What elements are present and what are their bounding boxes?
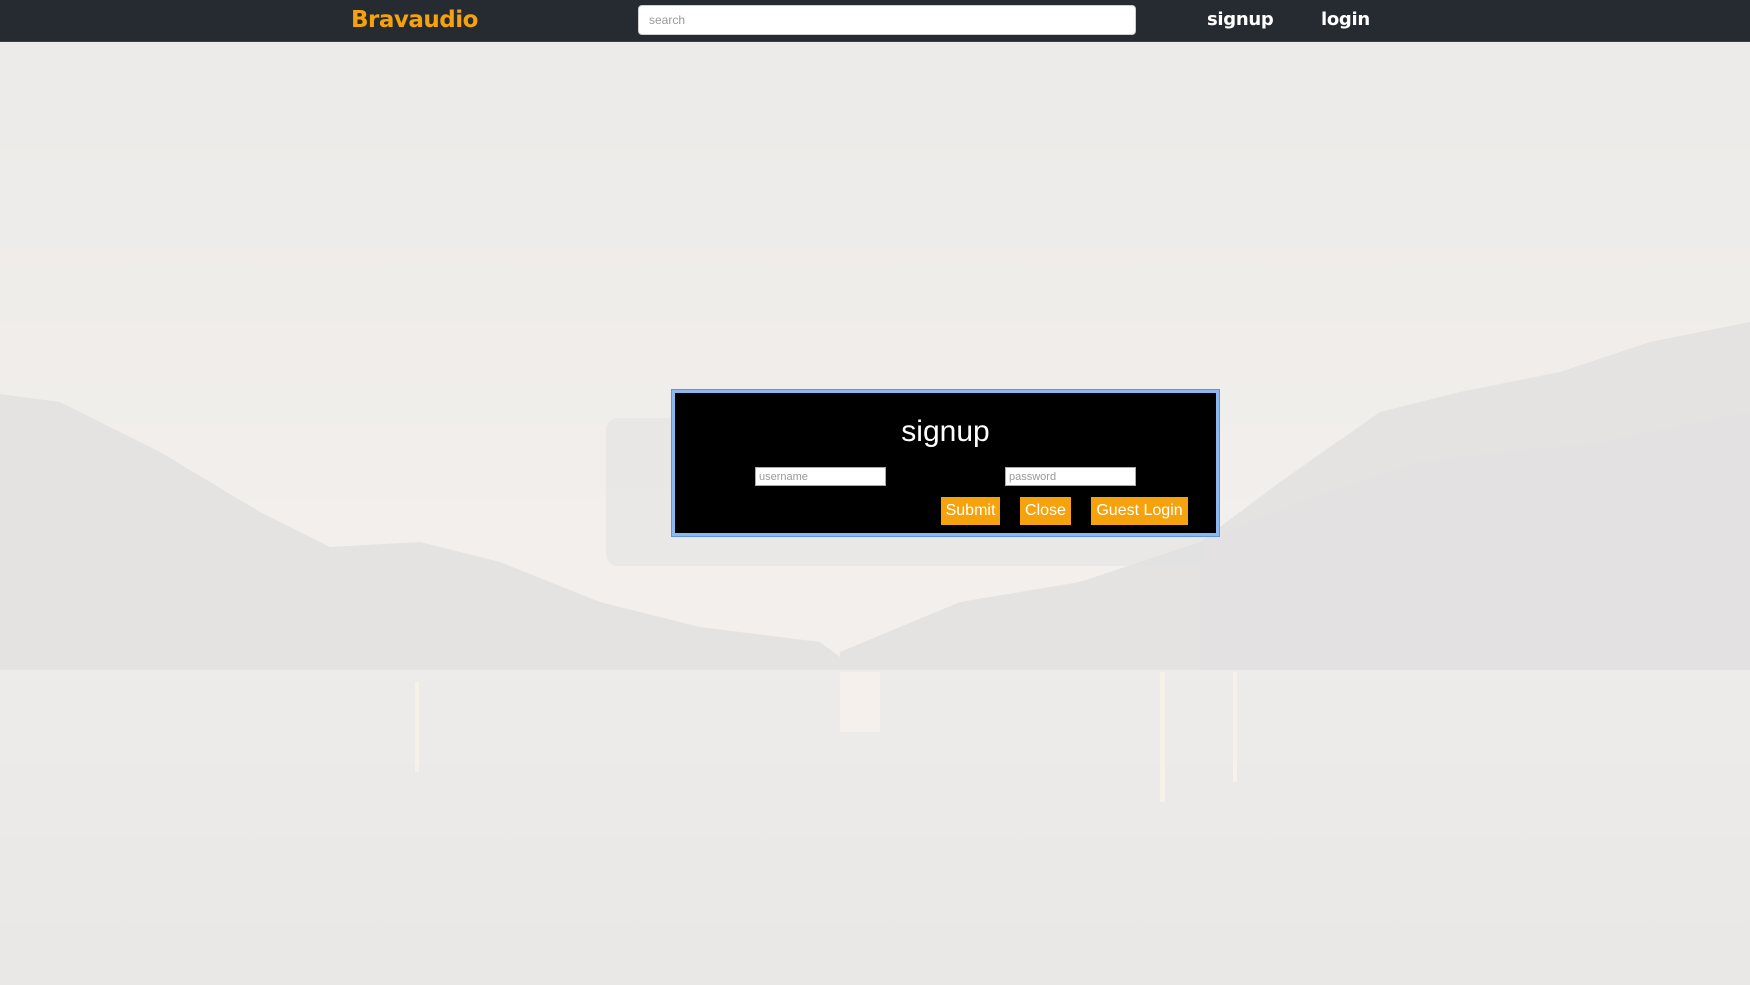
signup-modal: signup Submit Close Guest Login — [672, 390, 1219, 536]
search-input[interactable] — [638, 5, 1136, 35]
nav-login-link[interactable]: login — [1321, 9, 1370, 30]
nav-signup-link[interactable]: signup — [1207, 9, 1274, 30]
password-field[interactable] — [1005, 467, 1136, 486]
brand-logo[interactable]: Bravaudio — [351, 7, 478, 33]
guest-login-button[interactable]: Guest Login — [1091, 497, 1188, 525]
submit-button[interactable]: Submit — [941, 497, 1000, 525]
modal-title: signup — [901, 415, 990, 448]
username-field[interactable] — [755, 467, 886, 486]
close-button[interactable]: Close — [1020, 497, 1071, 525]
top-navigation-bar: Bravaudio signup login — [0, 0, 1750, 42]
